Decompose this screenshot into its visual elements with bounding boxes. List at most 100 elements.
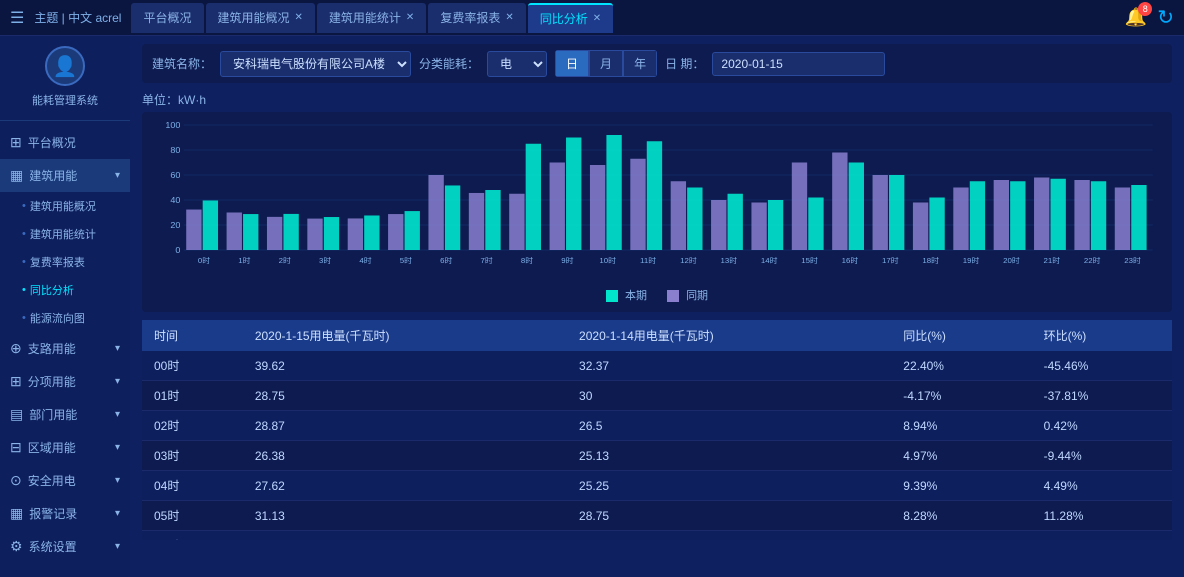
svg-text:13时: 13时 [721,255,738,264]
sidebar-divider [0,120,130,121]
system-name: 能耗管理系统 [32,92,98,108]
svg-text:6时: 6时 [440,255,453,264]
table-header-cell: 环比(%) [1032,320,1172,351]
tab-label: 同比分析 [540,10,588,27]
table-row: 00时39.6232.3722.40%-45.46% [142,351,1172,381]
building-select[interactable]: 安科瑞电气股份有限公司A楼 [220,51,411,77]
tab-复费率报表[interactable]: 复费率报表✕ [428,3,525,33]
table-cell: 60 [567,531,891,541]
table-row: 06时51.6360-13.95%39.71% [142,531,1172,541]
svg-text:7时: 7时 [480,255,493,264]
tab-建筑用能统计[interactable]: 建筑用能统计✕ [317,3,426,33]
sidebar-item-建筑用能[interactable]: ▦ 建筑用能 ▾ [0,159,130,192]
category-label: 分类能耗： [419,55,479,72]
svg-text:12时: 12时 [680,255,697,264]
svg-text:23时: 23时 [1124,255,1141,264]
svg-text:10时: 10时 [599,255,616,264]
nav-label: 建筑用能 [29,167,77,184]
tab-建筑用能概况[interactable]: 建筑用能概况✕ [206,3,315,33]
tab-同比分析[interactable]: 同比分析 ✕ [528,3,613,33]
table-cell: 39.71% [1032,531,1172,541]
legend-current-color [606,290,618,302]
sub-nav-item-建筑用能统计[interactable]: 建筑用能统计 [0,220,130,248]
tab-close-icon[interactable]: ✕ [406,12,414,23]
table-cell: 02时 [142,411,243,441]
top-bar-left: ☰ 主题 | 中文 acrel [10,8,121,28]
refresh-button[interactable]: ↻ [1157,5,1174,30]
nav-label: 区域用能 [28,439,76,456]
nav-label: 系统设置 [29,538,77,555]
svg-text:80: 80 [170,145,180,154]
nav-icon: ⊟ [10,439,22,456]
sub-nav-item-能源流向图[interactable]: 能源流向图 [0,304,130,332]
sidebar-item-系统设置[interactable]: ⚙ 系统设置 ▾ [0,530,130,563]
table-header-cell: 2020-1-15用电量(千瓦时) [243,320,567,351]
tab-close-icon[interactable]: ✕ [505,12,513,23]
sub-nav-item-复费率报表[interactable]: 复费率报表 [0,248,130,276]
sub-nav-item-同比分析[interactable]: 同比分析 [0,276,130,304]
date-input[interactable] [712,52,885,76]
nav-icon: ⊞ [10,134,22,151]
nav-arrow-icon: ▾ [115,170,120,181]
svg-text:19时: 19时 [963,255,980,264]
table-cell: 28.87 [243,411,567,441]
table-cell: 11.28% [1032,501,1172,531]
hamburger-icon[interactable]: ☰ [10,8,24,28]
nav-label: 支路用能 [28,340,76,357]
avatar: 👤 [45,46,85,86]
category-select[interactable]: 电 [487,51,547,77]
time-period-buttons: 日 月 年 [555,50,657,77]
table-cell: -13.95% [891,531,1031,541]
sidebar-item-支路用能[interactable]: ⊕ 支路用能 ▾ [0,332,130,365]
sub-nav-建筑用能: 建筑用能概况建筑用能统计复费率报表同比分析能源流向图 [0,192,130,332]
nav-arrow-icon: ▾ [115,376,120,387]
nav-icon: ⊕ [10,340,22,357]
tab-平台概况[interactable]: 平台概况 [131,3,203,33]
nav-icon: ▤ [10,406,23,423]
sub-nav-item-建筑用能概况[interactable]: 建筑用能概况 [0,192,130,220]
tab-close-icon[interactable]: ✕ [593,13,601,24]
svg-text:8时: 8时 [521,255,534,264]
nav-arrow-icon: ▾ [115,442,120,453]
table-cell: 03时 [142,441,243,471]
sidebar-item-部门用能[interactable]: ▤ 部门用能 ▾ [0,398,130,431]
table-cell: 06时 [142,531,243,541]
table-header-row: 时间2020-1-15用电量(千瓦时)2020-1-14用电量(千瓦时)同比(%… [142,320,1172,351]
sidebar-item-分项用能[interactable]: ⊞ 分项用能 ▾ [0,365,130,398]
tab-close-icon[interactable]: ✕ [295,12,303,23]
year-button[interactable]: 年 [623,50,657,77]
svg-text:17时: 17时 [882,255,899,264]
nav-icon: ▦ [10,167,23,184]
tab-label: 平台概况 [143,9,191,26]
filter-bar: 建筑名称： 安科瑞电气股份有限公司A楼 分类能耗： 电 日 月 年 日 期： [142,44,1172,83]
svg-text:1时: 1时 [238,255,251,264]
sidebar-item-安全用电[interactable]: ⊙ 安全用电 ▾ [0,464,130,497]
svg-text:40: 40 [170,195,180,204]
svg-text:20: 20 [170,220,180,229]
svg-text:11时: 11时 [640,255,657,264]
table-row: 03时26.3825.134.97%-9.44% [142,441,1172,471]
table-cell: 04时 [142,471,243,501]
notification-badge: 8 [1138,2,1152,16]
nav-icon: ⊞ [10,373,22,390]
table-container: 时间2020-1-15用电量(千瓦时)2020-1-14用电量(千瓦时)同比(%… [142,320,1172,540]
notification-button[interactable]: 🔔8 [1125,7,1147,28]
content-area: 建筑名称： 安科瑞电气股份有限公司A楼 分类能耗： 电 日 月 年 日 期： 单… [130,36,1184,577]
table-cell: 4.49% [1032,471,1172,501]
nav-icon: ▦ [10,505,23,522]
day-button[interactable]: 日 [555,50,589,77]
sidebar-item-报警记录[interactable]: ▦ 报警记录 ▾ [0,497,130,530]
sidebar-item-区域用能[interactable]: ⊟ 区域用能 ▾ [0,431,130,464]
table-cell: -45.46% [1032,351,1172,381]
sidebar-item-平台概况[interactable]: ⊞ 平台概况 [0,126,130,159]
table-row: 02时28.8726.58.94%0.42% [142,411,1172,441]
table-cell: -4.17% [891,381,1031,411]
month-button[interactable]: 月 [589,50,623,77]
main-layout: 👤 能耗管理系统 ⊞ 平台概况 ▦ 建筑用能 ▾ 建筑用能概况建筑用能统计复费率… [0,36,1184,577]
table-cell: 28.75 [243,381,567,411]
table-cell: 25.25 [567,471,891,501]
nav-label: 部门用能 [29,406,77,423]
svg-text:15时: 15时 [801,255,818,264]
svg-text:60: 60 [170,170,180,179]
unit-label: 单位：kW·h [142,91,1172,108]
